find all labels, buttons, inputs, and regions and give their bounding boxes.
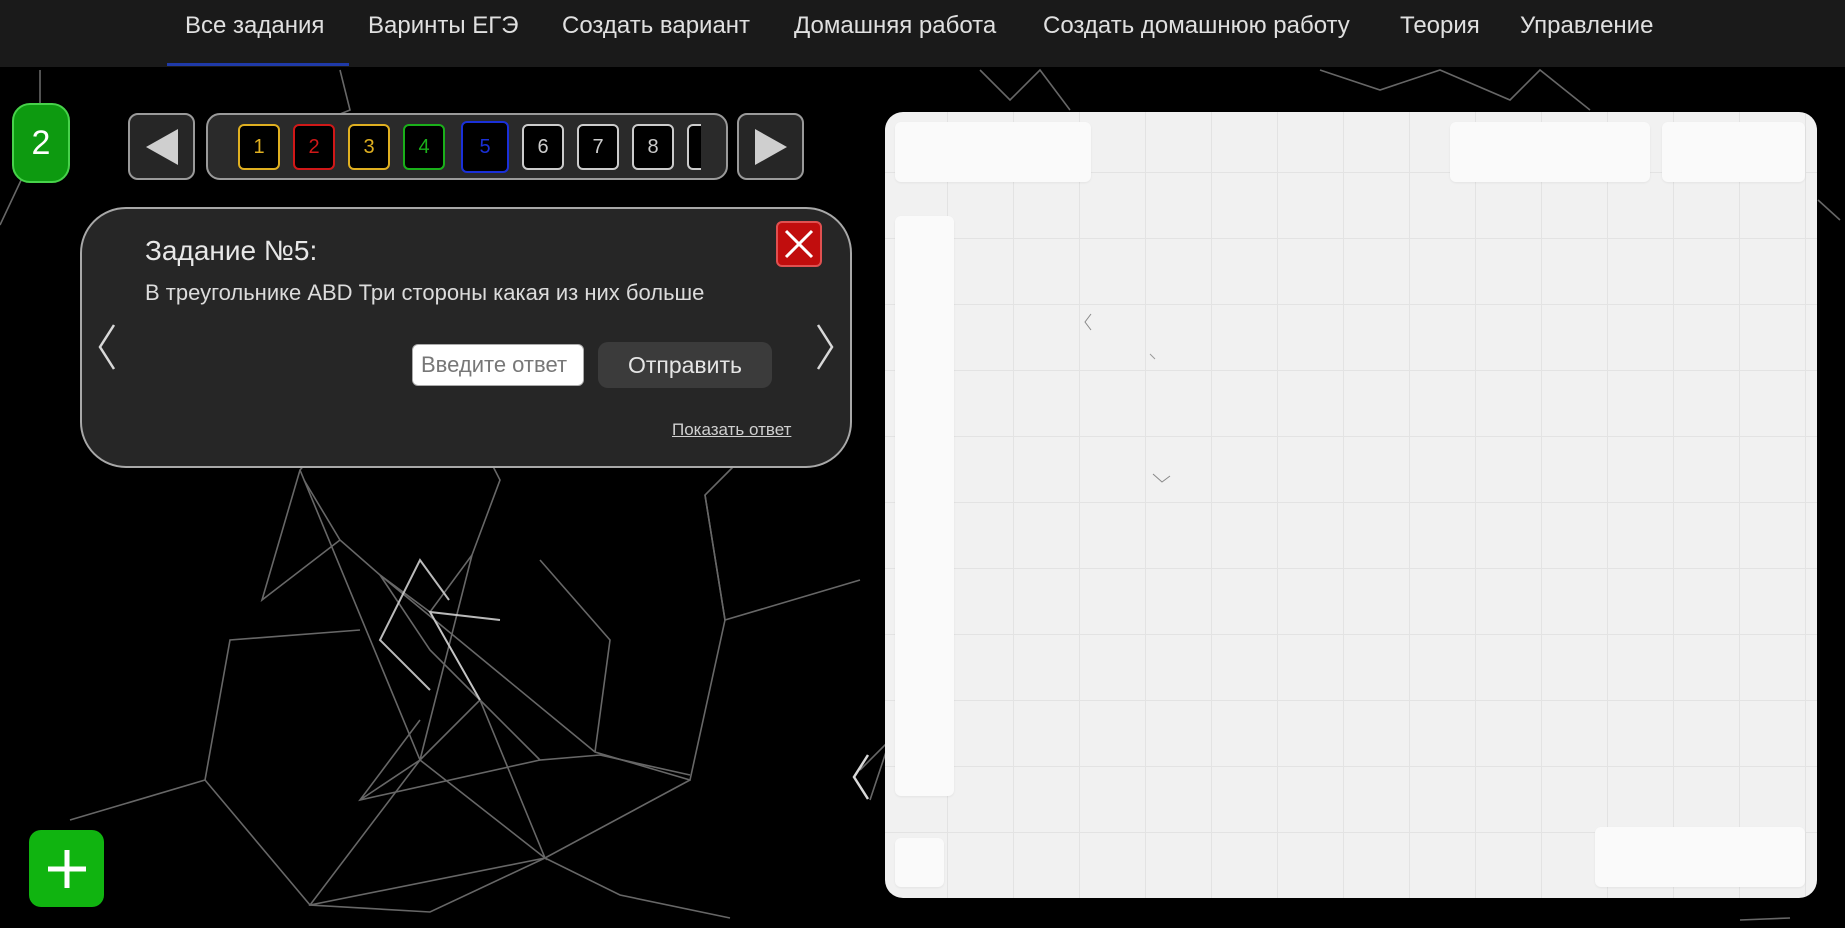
task-title: Задание №5: xyxy=(145,235,318,266)
task-card: Задание №5: В треугольнике ABD Три сторо… xyxy=(80,207,852,468)
task-pill-7[interactable]: 7 xyxy=(577,124,619,170)
chevron-left-icon[interactable] xyxy=(96,322,118,372)
board-collapse-chevron-icon[interactable] xyxy=(848,752,872,802)
nav-item-all-tasks[interactable]: Все задания xyxy=(185,0,324,52)
task-pill-6[interactable]: 6 xyxy=(522,124,564,170)
close-icon xyxy=(784,229,814,259)
task-pill-8[interactable]: 8 xyxy=(632,124,674,170)
task-pill-2[interactable]: 2 xyxy=(293,124,335,170)
task-number-strip: 1 2 3 4 5 6 7 8 xyxy=(206,113,728,180)
task-pill-4[interactable]: 4 xyxy=(403,124,445,170)
prev-tasks-button[interactable] xyxy=(128,113,195,180)
nav-item-ege-variants[interactable]: Варинты ЕГЭ xyxy=(368,0,519,52)
counter-badge[interactable]: 2 xyxy=(12,103,70,183)
task-pill-partial[interactable] xyxy=(687,124,701,170)
next-tasks-button[interactable] xyxy=(737,113,804,180)
submit-button[interactable]: Отправить xyxy=(598,342,772,388)
top-navigation: Все задания Варинты ЕГЭ Создать вариант … xyxy=(0,0,1845,67)
chevron-right-icon[interactable] xyxy=(814,322,836,372)
answer-input[interactable] xyxy=(412,344,584,386)
add-button[interactable] xyxy=(29,830,104,907)
show-answer-link[interactable]: Показать ответ xyxy=(672,420,791,440)
close-task-button[interactable] xyxy=(776,221,822,267)
task-text: В треугольнике ABD Три стороны какая из … xyxy=(145,280,705,305)
whiteboard-canvas[interactable] xyxy=(885,112,1817,898)
nav-item-homework[interactable]: Домашняя работа xyxy=(794,0,996,52)
board-strokes xyxy=(1084,313,1171,483)
task-pill-1[interactable]: 1 xyxy=(238,124,280,170)
task-pill-3[interactable]: 3 xyxy=(348,124,390,170)
nav-item-management[interactable]: Управление xyxy=(1520,0,1653,52)
triangle-left-icon xyxy=(145,128,178,165)
task-pill-5[interactable]: 5 xyxy=(461,121,509,173)
plus-icon xyxy=(47,849,86,888)
nav-item-create-homework[interactable]: Создать домашнюю работу xyxy=(1043,0,1350,52)
nav-active-indicator xyxy=(167,63,349,66)
nav-item-theory[interactable]: Теория xyxy=(1400,0,1480,52)
triangle-right-icon xyxy=(754,128,787,165)
nav-item-create-variant[interactable]: Создать вариант xyxy=(562,0,750,52)
